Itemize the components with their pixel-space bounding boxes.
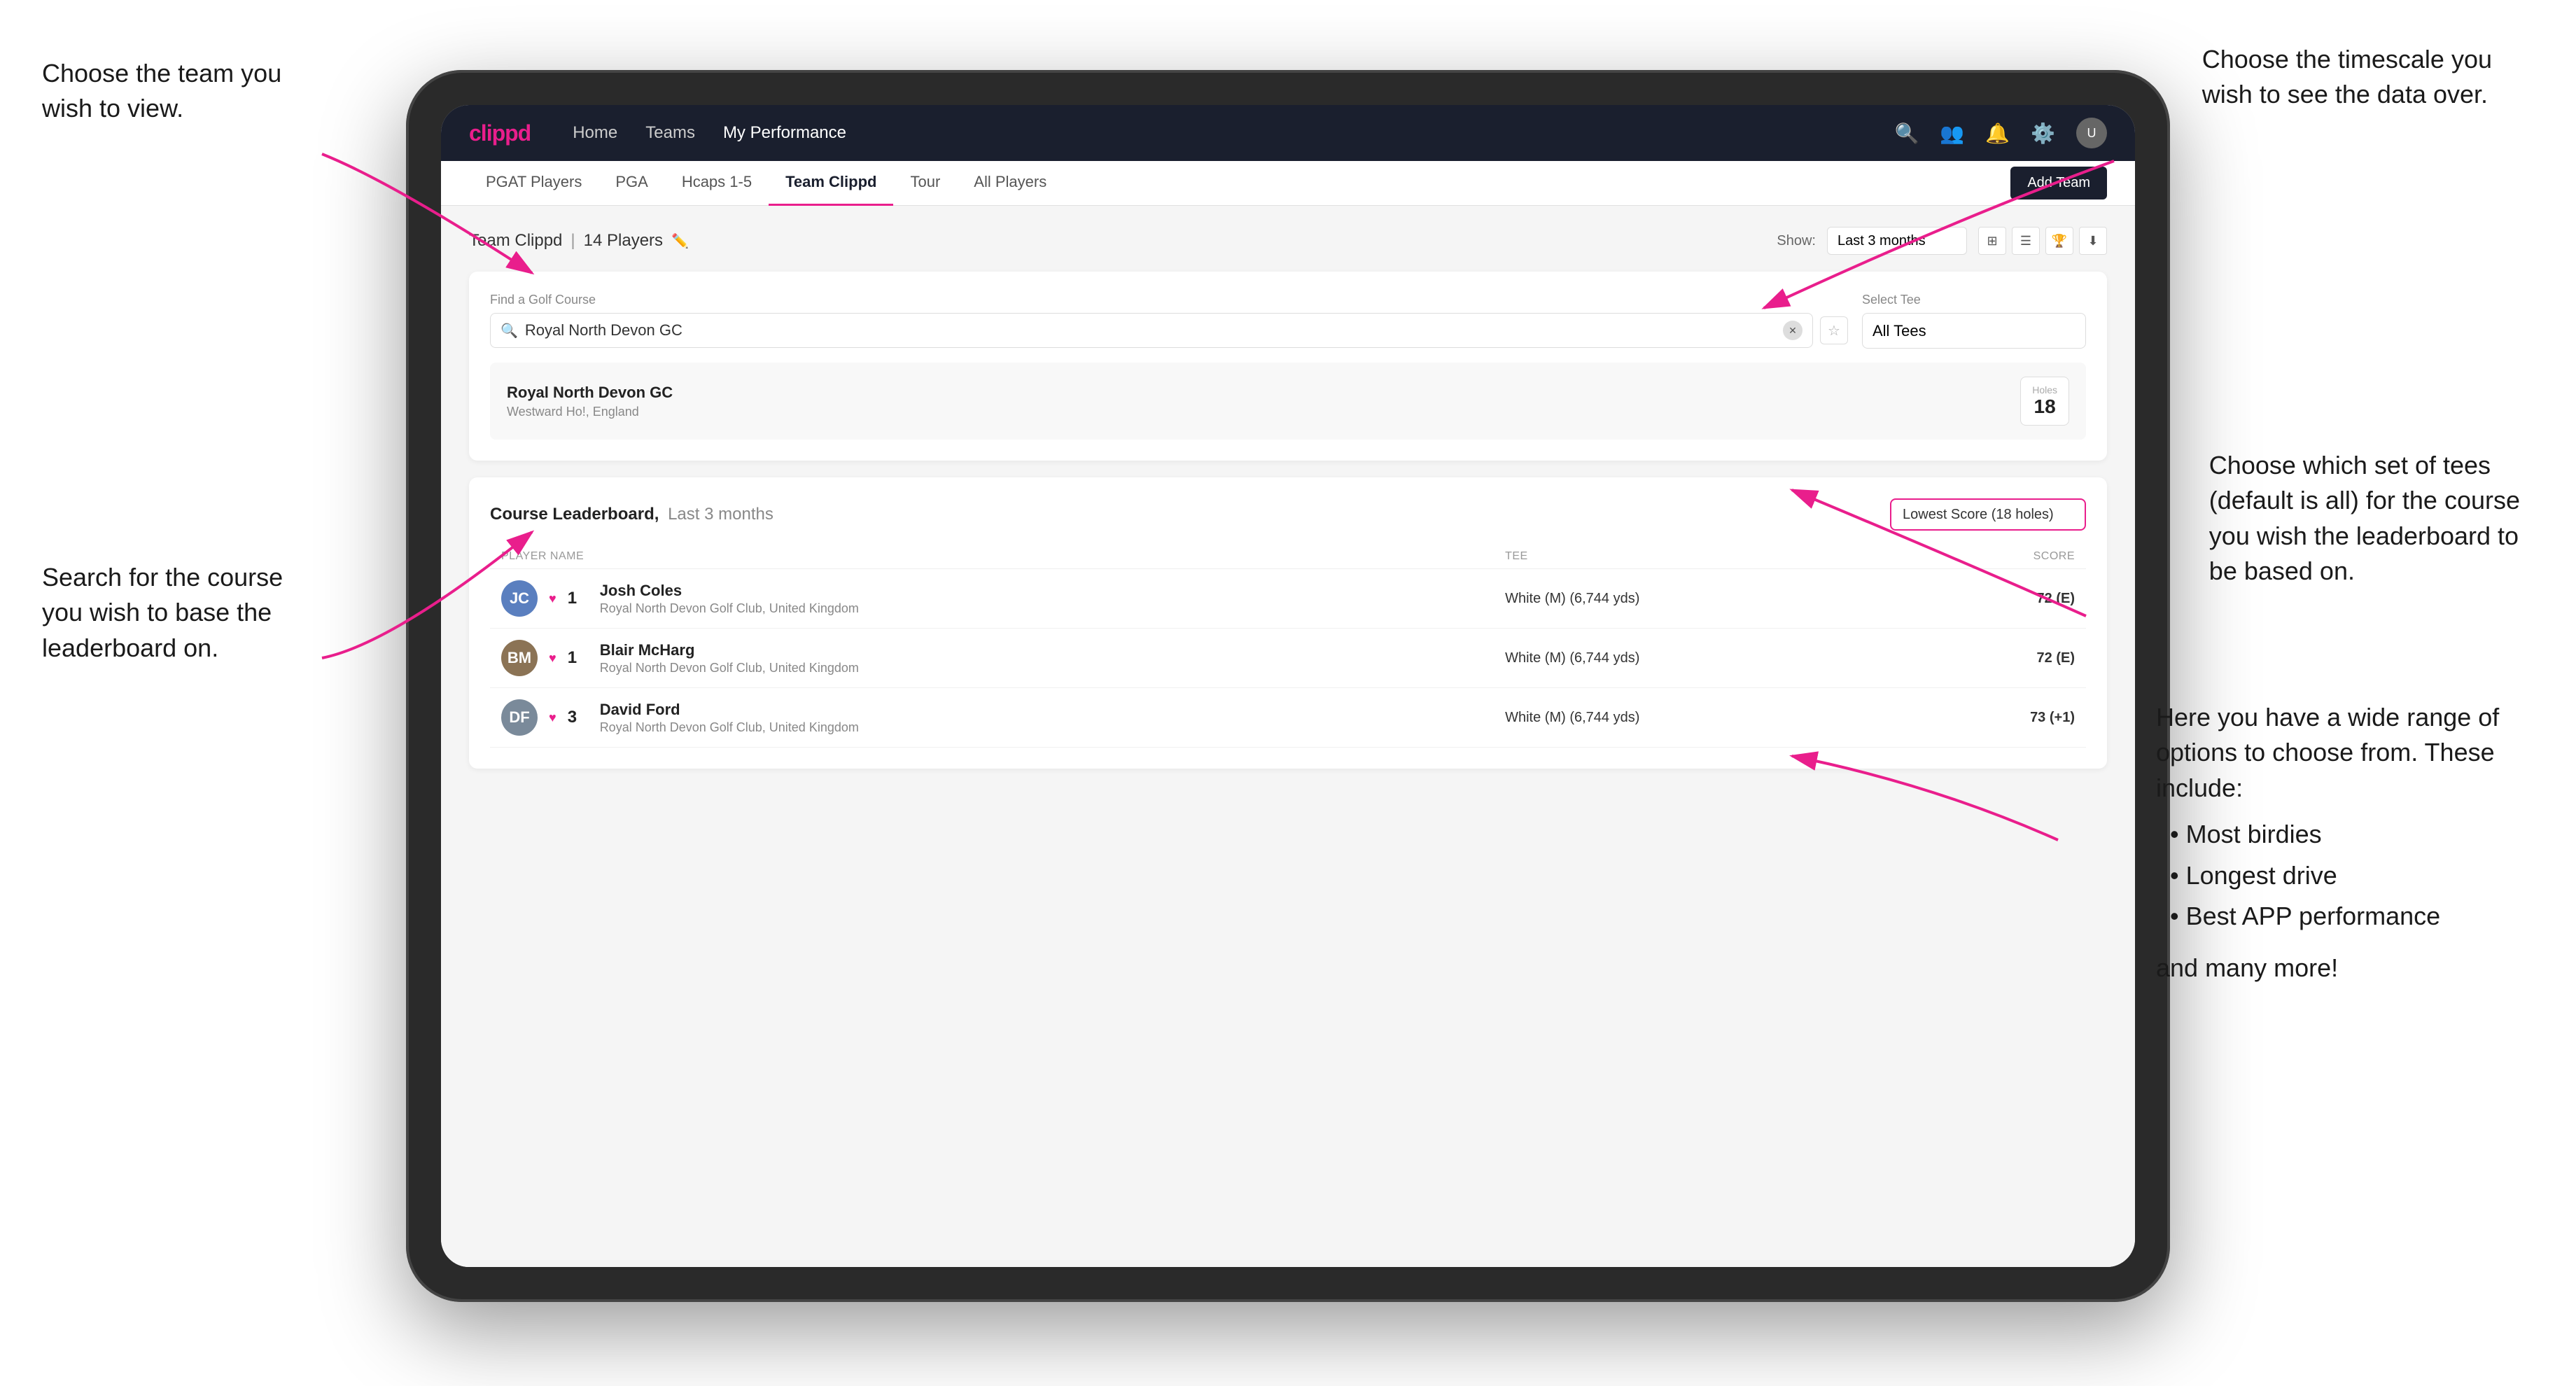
tee-blair: White (M) (6,744 yds): [1494, 629, 1908, 688]
settings-icon[interactable]: ⚙️: [2031, 122, 2055, 145]
logo: clippd: [469, 120, 531, 146]
view-icons: ⊞ ☰ 🏆 ⬇: [1978, 227, 2107, 255]
course-result-info: Royal North Devon GC Westward Ho!, Engla…: [507, 384, 673, 419]
team-controls: Show: Last month Last 3 months Last 6 mo…: [1777, 227, 2107, 255]
select-tee-section: Select Tee All Tees White Yellow Red: [1862, 293, 2086, 349]
subnav-pgat[interactable]: PGAT Players: [469, 161, 598, 206]
score-david: 73 (+1): [1909, 688, 2086, 748]
nav-link-myperformance[interactable]: My Performance: [723, 123, 846, 143]
player-count: 14 Players: [584, 231, 663, 251]
tee-josh: White (M) (6,744 yds): [1494, 569, 1908, 629]
col-score: SCORE: [1909, 545, 2086, 569]
people-icon[interactable]: 👥: [1940, 122, 1964, 145]
leaderboard-title-wrap: Course Leaderboard, Last 3 months: [490, 505, 774, 524]
course-result-name: Royal North Devon GC: [507, 384, 673, 402]
search-icon[interactable]: 🔍: [1895, 122, 1919, 145]
avatar-jc: JC: [501, 580, 538, 617]
select-tee-label: Select Tee: [1862, 293, 2086, 307]
download-button[interactable]: ⬇: [2079, 227, 2107, 255]
annotation-middle-right: Choose which set of tees (default is all…: [2209, 448, 2520, 589]
avatar-bm: BM: [501, 640, 538, 676]
main-content: Team Clippd | 14 Players ✏️ Show: Last m…: [441, 206, 2135, 1267]
course-search-wrap: 🔍 ✕: [490, 313, 1813, 348]
show-period-select[interactable]: Last month Last 3 months Last 6 months L…: [1827, 227, 1967, 255]
table-row: DF ♥ 3 David Ford Royal North Devon Golf…: [490, 688, 2086, 748]
annotation-bottom-left: Search for the course you wish to base t…: [42, 560, 283, 666]
course-finder-row: Find a Golf Course 🔍 ✕ ☆ Select Tee: [490, 293, 2086, 349]
avatar[interactable]: U: [2076, 118, 2107, 148]
annotation-bottom-right: Here you have a wide range of options to…: [2156, 700, 2520, 986]
find-course-section: Find a Golf Course 🔍 ✕ ☆: [490, 293, 1848, 349]
subnav-hcaps[interactable]: Hcaps 1-5: [665, 161, 769, 206]
leaderboard-title: Course Leaderboard, Last 3 months: [490, 505, 774, 524]
player-info-blair: Blair McHarg Royal North Devon Golf Club…: [600, 641, 859, 676]
bell-icon[interactable]: 🔔: [1985, 122, 2010, 145]
subnav-teamclippd[interactable]: Team Clippd: [769, 161, 893, 206]
score-type-select[interactable]: Lowest Score (18 holes) Most Birdies Lon…: [1890, 498, 2086, 531]
heart-icon[interactable]: ♥: [549, 592, 556, 606]
course-search-input[interactable]: [525, 321, 1776, 340]
favorite-button[interactable]: ☆: [1820, 316, 1848, 344]
nav-link-home[interactable]: Home: [573, 123, 617, 143]
nav-icons: 🔍 👥 🔔 ⚙️ U: [1895, 118, 2108, 148]
col-tee: TEE: [1494, 545, 1908, 569]
team-title: Team Clippd | 14 Players ✏️: [469, 231, 689, 251]
course-result-location: Westward Ho!, England: [507, 405, 673, 419]
tablet-screen: clippd Home Teams My Performance 🔍 👥 🔔 ⚙…: [441, 105, 2135, 1267]
leaderboard-table: PLAYER NAME TEE SCORE JC ♥ 1: [490, 545, 2086, 748]
leaderboard-card: Course Leaderboard, Last 3 months Lowest…: [469, 477, 2107, 769]
find-course-label: Find a Golf Course: [490, 293, 1848, 307]
edit-icon[interactable]: ✏️: [671, 232, 689, 250]
team-header: Team Clippd | 14 Players ✏️ Show: Last m…: [469, 227, 2107, 255]
subnav-tour[interactable]: Tour: [893, 161, 957, 206]
grid-view-button[interactable]: ⊞: [1978, 227, 2006, 255]
subnav-allplayers[interactable]: All Players: [957, 161, 1063, 206]
course-finder-card: Find a Golf Course 🔍 ✕ ☆ Select Tee: [469, 272, 2107, 461]
heart-icon-bm[interactable]: ♥: [549, 651, 556, 666]
col-player: PLAYER NAME: [490, 545, 1494, 569]
nav-links: Home Teams My Performance: [573, 123, 1894, 143]
holes-label: Holes: [2032, 384, 2057, 396]
add-team-button[interactable]: Add Team: [2010, 167, 2107, 200]
rank-1a: 1: [568, 589, 589, 608]
navbar: clippd Home Teams My Performance 🔍 👥 🔔 ⚙…: [441, 105, 2135, 161]
avatar-df: DF: [501, 699, 538, 736]
trophy-button[interactable]: 🏆: [2045, 227, 2073, 255]
tee-select[interactable]: All Tees White Yellow Red: [1862, 313, 2086, 349]
heart-icon-df[interactable]: ♥: [549, 710, 556, 725]
course-result: Royal North Devon GC Westward Ho!, Engla…: [490, 363, 2086, 440]
rank-1b: 1: [568, 648, 589, 668]
holes-badge: Holes 18: [2020, 377, 2069, 426]
score-blair: 72 (E): [1909, 629, 2086, 688]
rank-3: 3: [568, 708, 589, 727]
list-view-button[interactable]: ☰: [2012, 227, 2040, 255]
annotation-top-right: Choose the timescale you wish to see the…: [2202, 42, 2492, 113]
player-info-josh: Josh Coles Royal North Devon Golf Club, …: [600, 582, 859, 616]
table-row: JC ♥ 1 Josh Coles Royal North Devon Golf…: [490, 569, 2086, 629]
nav-link-teams[interactable]: Teams: [645, 123, 695, 143]
holes-number: 18: [2034, 396, 2056, 417]
subnav: PGAT Players PGA Hcaps 1-5 Team Clippd T…: [441, 161, 2135, 206]
subnav-pga[interactable]: PGA: [598, 161, 664, 206]
score-josh: 72 (E): [1909, 569, 2086, 629]
table-row: BM ♥ 1 Blair McHarg Royal North Devon Go…: [490, 629, 2086, 688]
clear-search-button[interactable]: ✕: [1783, 321, 1802, 340]
search-input-icon: 🔍: [500, 322, 518, 340]
player-info-david: David Ford Royal North Devon Golf Club, …: [600, 701, 859, 735]
annotation-top-left: Choose the team you wish to view.: [42, 56, 281, 127]
tablet-frame: clippd Home Teams My Performance 🔍 👥 🔔 ⚙…: [406, 70, 2170, 1302]
show-label: Show:: [1777, 233, 1816, 249]
team-name: Team Clippd: [469, 231, 562, 251]
leaderboard-header: Course Leaderboard, Last 3 months Lowest…: [490, 498, 2086, 531]
tee-david: White (M) (6,744 yds): [1494, 688, 1908, 748]
